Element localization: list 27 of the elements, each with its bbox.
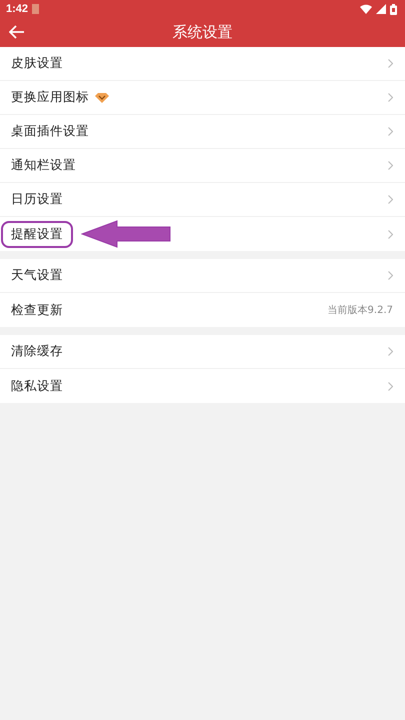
row-label: 隐私设置 xyxy=(11,378,63,394)
row-label: 清除缓存 xyxy=(11,343,63,360)
signal-icon xyxy=(376,4,386,14)
chevron-icon xyxy=(388,127,393,136)
row-label: 通知栏设置 xyxy=(11,157,76,174)
page-title: 系统设置 xyxy=(172,23,232,42)
chevron-icon xyxy=(388,382,393,390)
row-label: 检查更新 xyxy=(11,302,63,318)
row-label: 皮肤设置 xyxy=(11,55,63,72)
chevron-icon xyxy=(388,93,393,102)
row-label: 提醒设置 xyxy=(1,220,73,248)
chevron-icon xyxy=(388,271,393,280)
notification-icon xyxy=(32,4,40,14)
chevron-icon xyxy=(388,195,393,204)
wifi-icon xyxy=(360,4,372,14)
chevron-icon xyxy=(388,347,393,356)
chevron-icon xyxy=(388,161,393,170)
version-text: 当前版本9.2.7 xyxy=(328,304,393,317)
row-label: 日历设置 xyxy=(11,191,63,208)
row-label: 更换应用图标 xyxy=(11,89,89,106)
row-label: 桌面插件设置 xyxy=(11,123,89,140)
row-label: 天气设置 xyxy=(11,267,63,284)
status-time: 1:42 xyxy=(6,3,28,15)
back-arrow-icon[interactable] xyxy=(9,25,25,39)
battery-icon xyxy=(390,4,397,14)
chevron-icon xyxy=(388,59,393,68)
chevron-icon xyxy=(388,230,393,238)
